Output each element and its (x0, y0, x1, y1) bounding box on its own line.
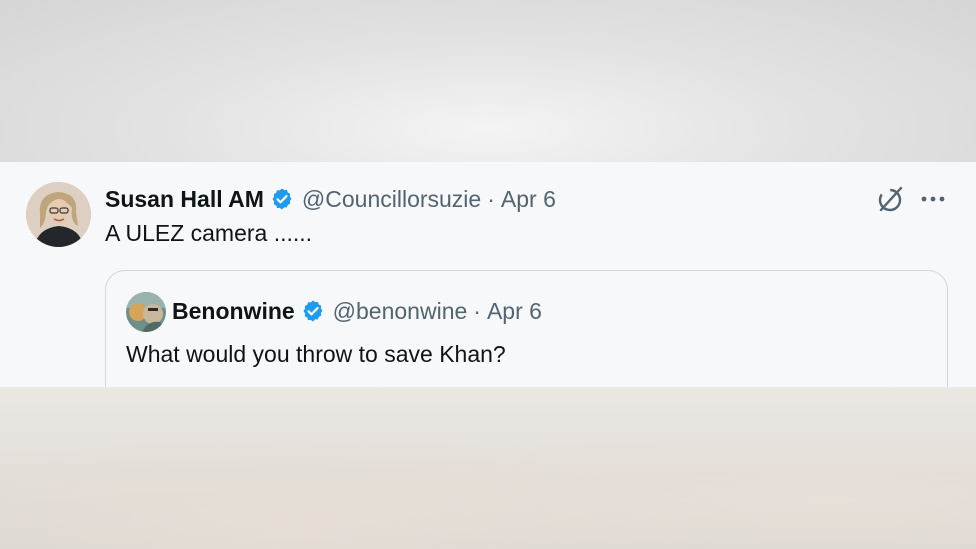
separator-dot: · (487, 185, 495, 212)
grok-icon[interactable] (875, 183, 907, 215)
quoted-tweet-card[interactable]: Benonwine @benonwine · Apr 6 What would … (105, 270, 948, 387)
quoted-tweet-header: Benonwine @benonwine · Apr 6 (172, 296, 542, 326)
background-top-blur (0, 0, 976, 162)
separator-dot: · (473, 297, 481, 324)
tweet-text: A ULEZ camera ...... (105, 220, 313, 246)
verified-badge-icon (270, 187, 294, 211)
background-bottom-blur (0, 387, 976, 549)
author-name[interactable]: Susan Hall AM (105, 186, 264, 213)
quoted-avatar-image (126, 292, 166, 332)
tweet-date[interactable]: Apr 6 (501, 186, 556, 213)
quoted-author-name[interactable]: Benonwine (172, 298, 295, 325)
avatar[interactable] (26, 182, 91, 247)
quoted-tweet-date[interactable]: Apr 6 (487, 298, 542, 325)
tweet-header: Susan Hall AM @Councillorsuzie · Apr 6 (105, 184, 556, 214)
quoted-tweet-text: What would you throw to save Khan? (126, 341, 506, 367)
verified-badge-icon (301, 299, 325, 323)
quoted-author-handle[interactable]: @benonwine (333, 298, 468, 325)
more-options-icon[interactable] (918, 184, 948, 214)
quoted-avatar[interactable] (126, 292, 166, 332)
avatar-image (26, 182, 91, 247)
tweet-card[interactable]: Susan Hall AM @Councillorsuzie · Apr 6 A… (0, 162, 976, 387)
author-handle[interactable]: @Councillorsuzie (302, 186, 481, 213)
